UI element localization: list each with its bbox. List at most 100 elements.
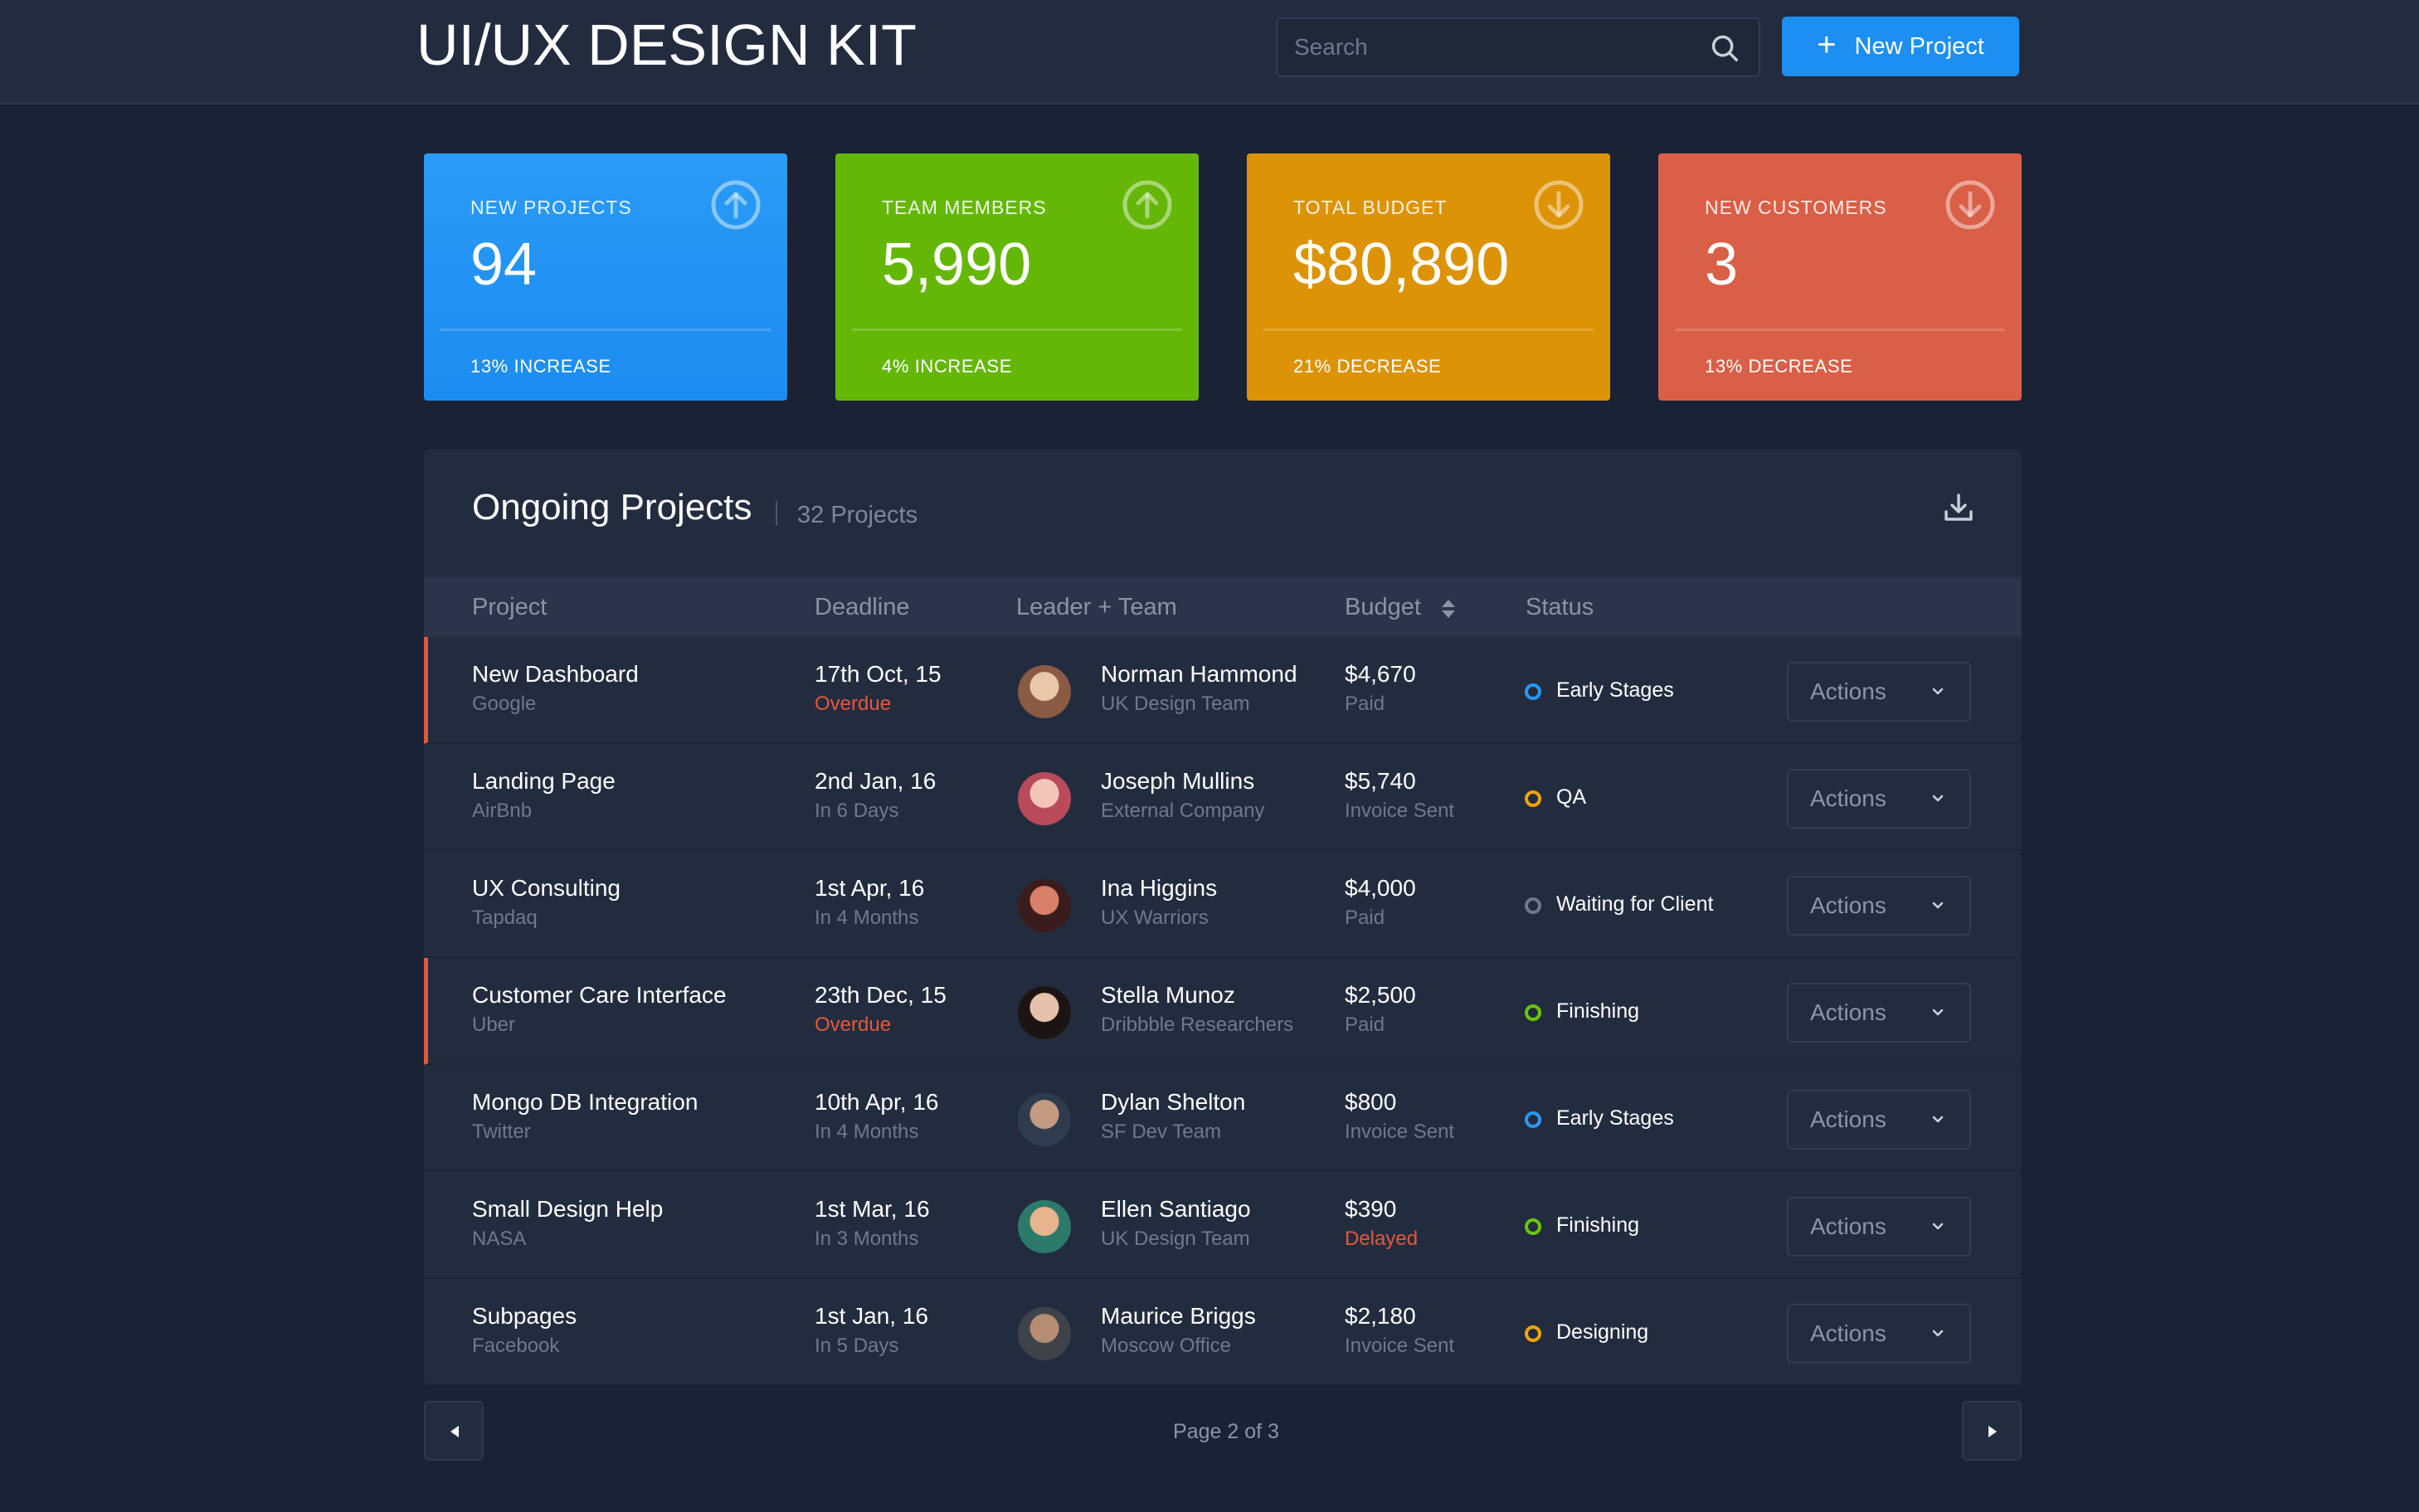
card-divider bbox=[852, 328, 1182, 331]
actions-label: Actions bbox=[1810, 1106, 1886, 1132]
arrow-up-circle-icon bbox=[711, 180, 761, 230]
project-client: Facebook bbox=[472, 1335, 560, 1357]
plus-icon: + bbox=[1817, 27, 1837, 63]
stat-card-new-projects[interactable]: NEW PROJECTS 94 13% INCREASE bbox=[424, 153, 787, 401]
column-header-status[interactable]: Status bbox=[1526, 592, 1594, 622]
leader-name[interactable]: Ina Higgins bbox=[1101, 874, 1217, 902]
table-row[interactable]: Customer Care Interface Uber 23th Dec, 15 O… bbox=[424, 958, 2022, 1065]
ongoing-projects-panel: Ongoing Projects 32 Projects Project Dea… bbox=[424, 450, 2022, 1386]
stat-card-new-customers[interactable]: NEW CUSTOMERS 3 13% DECREASE bbox=[1658, 153, 2022, 401]
project-name[interactable]: Mongo DB Integration bbox=[472, 1088, 698, 1116]
table-row[interactable]: New Dashboard Google 17th Oct, 15 Overdue No… bbox=[424, 637, 2022, 744]
project-name[interactable]: Customer Care Interface bbox=[472, 981, 727, 1009]
table-row[interactable]: UX Consulting Tapdaq 1st Apr, 16 In 4 Month… bbox=[424, 851, 2022, 958]
table-row[interactable]: Subpages Facebook 1st Jan, 16 In 5 Days Maur… bbox=[424, 1279, 2022, 1386]
stat-card-total-budget[interactable]: TOTAL BUDGET $80,890 21% DECREASE bbox=[1247, 153, 1610, 401]
chevron-down-icon bbox=[1932, 1330, 1944, 1337]
actions-label: Actions bbox=[1810, 785, 1886, 811]
deadline-note: In 6 Days bbox=[815, 800, 899, 822]
stat-card-team-members[interactable]: TEAM MEMBERS 5,990 4% INCREASE bbox=[835, 153, 1199, 401]
actions-dropdown[interactable]: Actions bbox=[1787, 1090, 1971, 1150]
budget-note: Invoice Sent bbox=[1345, 1121, 1455, 1143]
avatar[interactable] bbox=[1018, 986, 1071, 1039]
avatar[interactable] bbox=[1018, 879, 1071, 932]
deadline-note: Overdue bbox=[815, 693, 892, 715]
avatar[interactable] bbox=[1018, 1200, 1071, 1253]
search-icon[interactable] bbox=[1709, 32, 1740, 64]
deadline-note: Overdue bbox=[815, 1014, 892, 1036]
project-count: 32 Projects bbox=[797, 502, 918, 528]
stat-change: 13% DECREASE bbox=[1705, 356, 1853, 377]
avatar[interactable] bbox=[1018, 1093, 1071, 1146]
avatar[interactable] bbox=[1018, 1307, 1071, 1360]
stat-label: NEW PROJECTS bbox=[470, 197, 632, 218]
column-header-project[interactable]: Project bbox=[472, 592, 547, 622]
stat-change: 21% DECREASE bbox=[1293, 356, 1442, 377]
deadline-date: 17th Oct, 15 bbox=[815, 661, 942, 687]
chevron-down-icon bbox=[1932, 688, 1944, 695]
team-name: UK Design Team bbox=[1101, 1228, 1250, 1250]
table-row[interactable]: Mongo DB Integration Twitter 10th Apr, 16 I… bbox=[424, 1065, 2022, 1172]
project-client: AirBnb bbox=[472, 800, 533, 822]
actions-dropdown[interactable]: Actions bbox=[1787, 983, 1971, 1043]
project-name[interactable]: Landing Page bbox=[472, 767, 616, 795]
leader-name[interactable]: Stella Munoz bbox=[1101, 981, 1235, 1009]
status-dot-icon bbox=[1525, 790, 1541, 807]
table-row[interactable]: Landing Page AirBnb 2nd Jan, 16 In 6 Days Jo… bbox=[424, 744, 2022, 851]
status-label: QA bbox=[1556, 785, 1587, 809]
search-input[interactable] bbox=[1294, 19, 1692, 75]
budget-note: Paid bbox=[1345, 907, 1385, 929]
search-box[interactable] bbox=[1276, 17, 1760, 77]
project-name[interactable]: UX Consulting bbox=[472, 874, 621, 902]
table-row[interactable]: Small Design Help NASA 1st Mar, 16 In 3 Mon… bbox=[424, 1172, 2022, 1279]
column-header-budget[interactable]: Budget bbox=[1345, 592, 1421, 622]
download-icon[interactable] bbox=[1940, 489, 1977, 526]
stat-value: 94 bbox=[470, 231, 538, 298]
caret-left-icon bbox=[450, 1426, 459, 1437]
status-label: Designing bbox=[1556, 1320, 1649, 1344]
stat-value: 3 bbox=[1705, 231, 1739, 298]
column-header-leader-team[interactable]: Leader + Team bbox=[1016, 592, 1177, 622]
chevron-down-icon bbox=[1932, 1116, 1944, 1123]
actions-dropdown[interactable]: Actions bbox=[1787, 1197, 1971, 1257]
stat-value: 5,990 bbox=[882, 231, 1032, 298]
budget-note: Paid bbox=[1345, 693, 1385, 715]
leader-name[interactable]: Maurice Briggs bbox=[1101, 1302, 1256, 1330]
project-name[interactable]: Small Design Help bbox=[472, 1195, 663, 1223]
actions-dropdown[interactable]: Actions bbox=[1787, 876, 1971, 936]
leader-name[interactable]: Joseph Mullins bbox=[1101, 767, 1254, 795]
actions-dropdown[interactable]: Actions bbox=[1787, 769, 1971, 829]
project-client: Uber bbox=[472, 1014, 516, 1036]
status-label: Waiting for Client bbox=[1556, 892, 1714, 916]
actions-label: Actions bbox=[1810, 1320, 1886, 1346]
project-name[interactable]: Subpages bbox=[472, 1302, 577, 1330]
next-page-button[interactable] bbox=[1962, 1401, 2022, 1461]
avatar[interactable] bbox=[1018, 665, 1071, 718]
sort-icon[interactable] bbox=[1439, 597, 1458, 620]
card-divider bbox=[1263, 328, 1594, 331]
team-name: External Company bbox=[1101, 800, 1265, 822]
new-project-button[interactable]: + New Project bbox=[1782, 17, 2019, 76]
leader-name[interactable]: Ellen Santiago bbox=[1101, 1195, 1251, 1223]
chevron-down-icon bbox=[1932, 1223, 1944, 1230]
budget-amount: $800 bbox=[1345, 1089, 1397, 1115]
deadline-note: In 4 Months bbox=[815, 907, 919, 929]
actions-dropdown[interactable]: Actions bbox=[1787, 662, 1971, 722]
arrow-down-circle-icon bbox=[1945, 180, 1995, 230]
project-name[interactable]: New Dashboard bbox=[472, 660, 639, 688]
actions-label: Actions bbox=[1810, 678, 1886, 704]
page-indicator: Page 2 of 3 bbox=[1173, 1420, 1279, 1443]
title-separator bbox=[776, 501, 777, 526]
project-client: NASA bbox=[472, 1228, 527, 1250]
leader-name[interactable]: Dylan Shelton bbox=[1101, 1088, 1245, 1116]
project-client: Tapdaq bbox=[472, 907, 538, 929]
actions-dropdown[interactable]: Actions bbox=[1787, 1304, 1971, 1364]
stat-value: $80,890 bbox=[1293, 231, 1510, 298]
chevron-down-icon bbox=[1932, 902, 1944, 909]
column-header-deadline[interactable]: Deadline bbox=[815, 592, 909, 622]
leader-name[interactable]: Norman Hammond bbox=[1101, 660, 1297, 688]
deadline-note: In 5 Days bbox=[815, 1335, 899, 1357]
previous-page-button[interactable] bbox=[424, 1401, 484, 1461]
project-client: Twitter bbox=[472, 1121, 531, 1143]
avatar[interactable] bbox=[1018, 772, 1071, 825]
